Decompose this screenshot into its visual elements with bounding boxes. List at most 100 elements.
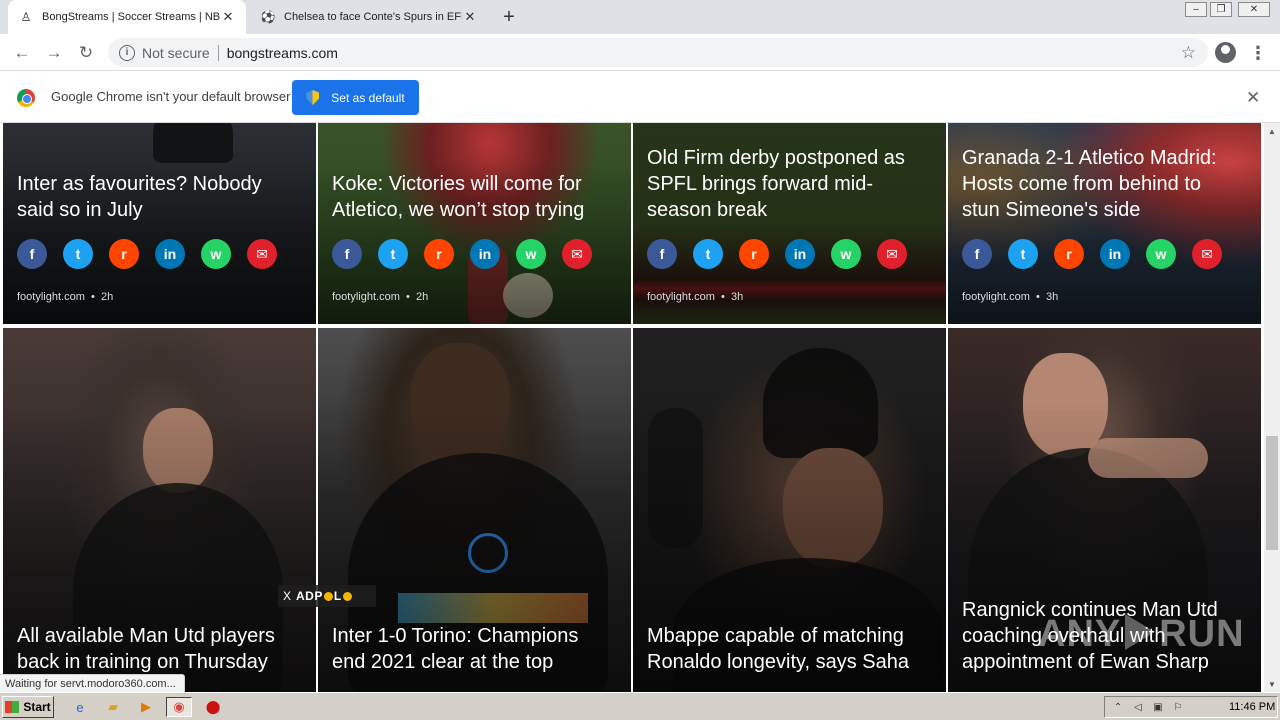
minimize-button[interactable]: – — [1185, 2, 1207, 17]
email-icon[interactable]: ✉ — [247, 239, 277, 269]
card-meta: footylight.com • 3h — [647, 291, 744, 303]
status-bubble: Waiting for servt.modoro360.com... — [0, 674, 185, 693]
card-headline[interactable]: Koke: Victories will come for Atletico, w… — [332, 171, 619, 223]
info-icon[interactable]: i — [119, 44, 135, 61]
whatsapp-icon[interactable]: w — [516, 239, 546, 269]
close-tab-icon[interactable]: ✕ — [220, 9, 236, 25]
reddit-icon[interactable]: r — [109, 239, 139, 269]
volume-icon[interactable]: ◁ — [1131, 700, 1145, 714]
news-card[interactable]: Inter 1-0 Torino: Champions end 2021 clea… — [318, 328, 631, 692]
green-player-favicon-icon: ⚽ — [260, 10, 276, 24]
forward-arrow-icon[interactable]: → — [42, 41, 66, 65]
restore-button[interactable]: ❐ — [1210, 2, 1232, 17]
share-bar: f t r in w ✉ — [647, 239, 923, 269]
twitter-icon[interactable]: t — [378, 239, 408, 269]
news-card[interactable]: Old Firm derby postponed as SPFL brings f… — [633, 123, 946, 324]
card-headline[interactable]: Inter 1-0 Torino: Champions end 2021 clea… — [332, 623, 619, 675]
facebook-icon[interactable]: f — [962, 239, 992, 269]
email-icon[interactable]: ✉ — [562, 239, 592, 269]
windows-taskbar: Start e ▰ ▶ ◉ ⬤ ⌃ ◁ ▣ ⚐ 11:46 PM — [0, 692, 1280, 720]
bookmark-star-icon[interactable]: ☆ — [1181, 43, 1196, 63]
card-meta: footylight.com • 3h — [962, 291, 1059, 303]
scroll-up-arrow-icon[interactable]: ▲ — [1264, 123, 1280, 139]
linkedin-icon[interactable]: in — [1100, 239, 1130, 269]
card-headline[interactable]: Mbappe capable of matching Ronaldo longev… — [647, 623, 934, 675]
close-window-button[interactable]: ✕ — [1238, 2, 1270, 17]
reddit-icon[interactable]: r — [739, 239, 769, 269]
news-card[interactable]: All available Man Utd players back in tra… — [3, 328, 316, 692]
set-as-default-button[interactable]: Set as default — [292, 80, 419, 115]
media-player-icon[interactable]: ▶ — [136, 697, 156, 717]
twitter-icon[interactable]: t — [693, 239, 723, 269]
tray-expand-icon[interactable]: ⌃ — [1111, 700, 1125, 714]
twitter-icon[interactable]: t — [63, 239, 93, 269]
card-meta: footylight.com • 2h — [332, 291, 429, 303]
facebook-icon[interactable]: f — [332, 239, 362, 269]
anyrun-watermark: ANY RUN — [1038, 613, 1245, 655]
close-tab-icon[interactable]: ✕ — [462, 9, 478, 25]
windows-flag-icon — [5, 701, 20, 713]
email-icon[interactable]: ✉ — [1192, 239, 1222, 269]
news-card[interactable]: Mbappe capable of matching Ronaldo longev… — [633, 328, 946, 692]
reddit-icon[interactable]: r — [1054, 239, 1084, 269]
linkedin-icon[interactable]: in — [785, 239, 815, 269]
adpolo-logo: ADP L — [296, 589, 353, 603]
folder-icon[interactable]: ▰ — [103, 697, 123, 717]
ad-overlay[interactable]: X ADP L — [278, 585, 376, 607]
share-bar: f t r in w ✉ — [17, 239, 293, 269]
whatsapp-icon[interactable]: w — [831, 239, 861, 269]
shield-icon — [306, 90, 320, 105]
play-triangle-icon — [1125, 614, 1156, 650]
scroll-down-arrow-icon[interactable]: ▼ — [1264, 676, 1280, 692]
tab-strip: ♙ BongStreams | Soccer Streams | NBA ✕ ⚽… — [0, 0, 1280, 34]
facebook-icon[interactable]: f — [17, 239, 47, 269]
tab-chelsea[interactable]: ⚽ Chelsea to face Conte's Spurs in EFL ✕ — [250, 0, 488, 34]
whatsapp-icon[interactable]: w — [1146, 239, 1176, 269]
chrome-taskbar-icon[interactable]: ◉ — [166, 697, 192, 717]
opera-icon[interactable]: ⬤ — [203, 697, 223, 717]
reload-icon[interactable]: ↻ — [74, 41, 98, 65]
system-tray: ⌃ ◁ ▣ ⚐ 11:46 PM — [1104, 696, 1278, 718]
linkedin-icon[interactable]: in — [155, 239, 185, 269]
browser-toolbar: ← → ↻ i Not secure bongstreams.com ☆ ⋮ — [0, 34, 1280, 71]
close-infobar-icon[interactable]: ✕ — [1246, 88, 1260, 108]
share-bar: f t r in w ✉ — [332, 239, 608, 269]
vertical-scrollbar[interactable]: ▲ ▼ — [1264, 123, 1280, 692]
address-bar[interactable]: i Not secure bongstreams.com ☆ — [108, 38, 1208, 67]
divider — [217, 44, 219, 61]
card-headline[interactable]: Inter as favourites? Nobody said so in Ju… — [17, 171, 304, 223]
tab-title: BongStreams | Soccer Streams | NBA — [42, 11, 220, 23]
bong-favicon-icon: ♙ — [20, 10, 32, 24]
start-label: Start — [23, 700, 51, 714]
email-icon[interactable]: ✉ — [877, 239, 907, 269]
default-browser-infobar: Google Chrome isn't your default browser… — [0, 72, 1280, 123]
news-card[interactable]: Granada 2-1 Atletico Madrid: Hosts come f… — [948, 123, 1261, 324]
security-label: Not secure — [142, 44, 210, 61]
back-arrow-icon[interactable]: ← — [10, 41, 34, 65]
share-bar: f t r in w ✉ — [962, 239, 1238, 269]
news-card[interactable]: Koke: Victories will come for Atletico, w… — [318, 123, 631, 324]
card-headline[interactable]: Granada 2-1 Atletico Madrid: Hosts come f… — [962, 145, 1249, 223]
card-headline[interactable]: Old Firm derby postponed as SPFL brings f… — [647, 145, 934, 223]
linkedin-icon[interactable]: in — [470, 239, 500, 269]
profile-avatar-icon[interactable] — [1215, 42, 1236, 63]
card-meta: footylight.com • 2h — [17, 291, 114, 303]
kebab-menu-icon[interactable]: ⋮ — [1249, 42, 1267, 64]
news-card[interactable]: Inter as favourites? Nobody said so in Ju… — [3, 123, 316, 324]
taskbar-clock[interactable]: 11:46 PM — [1229, 701, 1275, 713]
start-button[interactable]: Start — [2, 696, 54, 718]
new-tab-button[interactable]: + — [498, 6, 520, 28]
close-ad-icon[interactable]: X — [278, 589, 296, 603]
set-as-default-label: Set as default — [331, 90, 405, 105]
internet-explorer-icon[interactable]: e — [70, 697, 90, 717]
tab-bongstreams[interactable]: ♙ BongStreams | Soccer Streams | NBA ✕ — [8, 0, 246, 34]
network-icon[interactable]: ▣ — [1151, 700, 1165, 714]
facebook-icon[interactable]: f — [647, 239, 677, 269]
reddit-icon[interactable]: r — [424, 239, 454, 269]
twitter-icon[interactable]: t — [1008, 239, 1038, 269]
action-center-flag-icon[interactable]: ⚐ — [1171, 700, 1185, 714]
scrollbar-thumb[interactable] — [1266, 436, 1278, 550]
url-text[interactable]: bongstreams.com — [227, 45, 338, 61]
whatsapp-icon[interactable]: w — [201, 239, 231, 269]
card-headline[interactable]: All available Man Utd players back in tra… — [17, 623, 304, 675]
